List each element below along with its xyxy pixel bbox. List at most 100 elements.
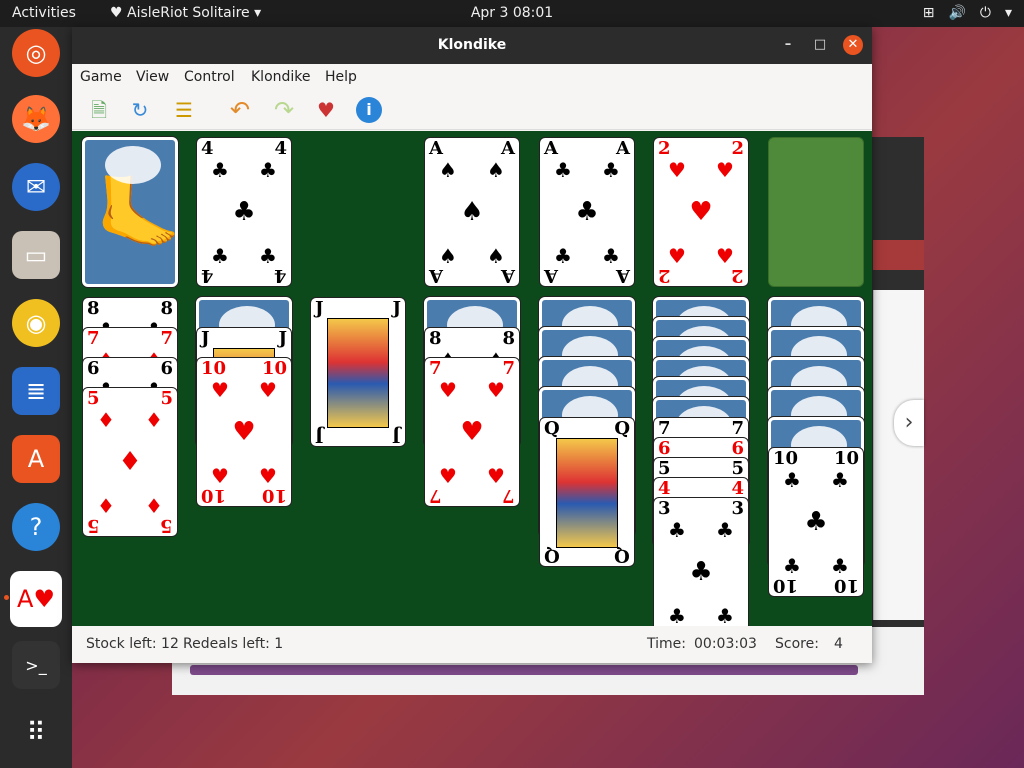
minimize-button[interactable]: – — [778, 35, 798, 55]
suit-pip: ♣ — [783, 554, 801, 578]
files-icon[interactable]: ▭ — [12, 231, 60, 279]
suit-pip: ♥ — [487, 378, 505, 402]
suit-pip: ♥ — [259, 378, 277, 402]
card-rank: 7 — [502, 358, 515, 379]
suit-pip: ♥ — [460, 417, 484, 447]
suit-pip: ♣ — [668, 518, 686, 542]
terminal-icon[interactable]: >_ — [12, 641, 60, 689]
card-rank: 10 — [833, 575, 859, 596]
undo-icon[interactable]: ↶ — [227, 97, 253, 123]
stock-pile[interactable]: 🦶 — [82, 137, 178, 287]
card-rank: 10 — [261, 358, 287, 379]
hint-icon[interactable]: ♥ — [313, 97, 339, 123]
suit-pip: ♣ — [259, 158, 277, 182]
suit-pip: ♣ — [232, 197, 256, 227]
card-rank: 7 — [429, 485, 442, 506]
card-rank: A — [501, 265, 515, 286]
card-rank: 5 — [658, 458, 671, 479]
chevron-down-icon: ▾ — [249, 5, 262, 21]
suit-pip: ♠ — [487, 158, 505, 182]
suit-pip: ♣ — [668, 604, 686, 626]
gnome-foot-icon: 🦶 — [95, 172, 178, 254]
foundation-2[interactable]: A A A A ♣ ♣ ♣ ♣ ♣ — [539, 137, 635, 287]
close-button[interactable]: ✕ — [843, 35, 863, 55]
maximize-button[interactable]: □ — [810, 35, 830, 55]
card-rank: 5 — [87, 388, 100, 409]
suit-pip: ♥ — [439, 378, 457, 402]
suit-pip: ♣ — [602, 158, 620, 182]
new-game-icon[interactable]: 🗎 — [86, 97, 112, 123]
help-icon[interactable]: ? — [12, 503, 60, 551]
card-rank: 5 — [160, 388, 173, 409]
chevron-right-icon[interactable]: › — [894, 400, 924, 446]
activities-button[interactable]: Activities — [12, 0, 76, 27]
card-rank: Q — [614, 418, 630, 439]
aisleriot-icon[interactable]: A♥ — [10, 571, 62, 627]
card-rank: 2 — [731, 138, 744, 159]
waste-pile[interactable]: 4 4 4 4 ♣ ♣ ♣ ♣ ♣ — [196, 137, 292, 287]
select-game-icon[interactable]: ☰ — [171, 97, 197, 123]
tableau-card[interactable]: 10 10 10 10 ♣ ♣ ♣ ♣ ♣ — [768, 447, 864, 597]
redeals-left: Redeals left: 1 — [183, 636, 284, 652]
tableau-card[interactable]: 5 5 5 5 ♦ ♦ ♦ ♦ ♦ — [82, 387, 178, 537]
suit-pip: ♣ — [602, 244, 620, 268]
title-bar[interactable]: Klondike – □ ✕ — [72, 27, 872, 64]
card-rank: J — [392, 298, 401, 319]
card-rank: 4 — [274, 265, 287, 286]
suit-pip: ♣ — [554, 158, 572, 182]
chevron-down-icon: ▾ — [1004, 5, 1012, 21]
menu-help[interactable]: Help — [325, 69, 357, 85]
menu-control[interactable]: Control — [184, 69, 235, 85]
heart-icon: ♥ — [110, 5, 128, 21]
info-icon[interactable]: i — [356, 97, 382, 123]
suit-pip: ♣ — [716, 604, 734, 626]
suit-pip: ♥ — [487, 464, 505, 488]
card-rank: J — [278, 328, 287, 349]
ubuntu-icon[interactable]: ◎ — [12, 29, 60, 77]
suit-pip: ♥ — [689, 197, 713, 227]
card-rank: Q — [614, 545, 630, 566]
solitaire-window: Klondike – □ ✕ Game View Control Klondik… — [72, 27, 872, 663]
card-rank: J — [392, 425, 401, 446]
foundation-3[interactable]: 2 2 2 2 ♥ ♥ ♥ ♥ ♥ — [653, 137, 749, 287]
stock-left: Stock left: 12 — [86, 636, 179, 652]
volume-icon: 🔊 — [948, 5, 966, 21]
suit-pip: ♣ — [211, 158, 229, 182]
suit-pip: ♠ — [439, 244, 457, 268]
menu-klondike[interactable]: Klondike — [251, 69, 311, 85]
card-rank: 8 — [429, 328, 442, 349]
menu-game[interactable]: Game — [80, 69, 122, 85]
tableau-card[interactable]: J J J J — [310, 297, 406, 447]
card-rank: 8 — [502, 328, 515, 349]
redo-icon[interactable]: ↷ — [271, 97, 297, 123]
thunderbird-icon[interactable]: ✉ — [12, 163, 60, 211]
rhythmbox-icon[interactable]: ◉ — [12, 299, 60, 347]
writer-icon[interactable]: ≣ — [12, 367, 60, 415]
card-rank: 7 — [502, 485, 515, 506]
menu-view[interactable]: View — [136, 69, 169, 85]
suit-pip: ♥ — [668, 244, 686, 268]
card-rank: A — [544, 265, 558, 286]
power-icon: ⏻ — [979, 5, 991, 21]
suit-pip: ♣ — [783, 468, 801, 492]
firefox-icon[interactable]: 🦊 — [12, 95, 60, 143]
system-tray[interactable]: ⊞ 🔊 ⏻ ▾ — [923, 0, 1012, 27]
tableau-card[interactable]: 10 10 10 10 ♥ ♥ ♥ ♥ ♥ — [196, 357, 292, 507]
card-rank: A — [429, 265, 443, 286]
tableau-card[interactable]: 7 7 7 7 ♥ ♥ ♥ ♥ ♥ — [424, 357, 520, 507]
suit-pip: ♦ — [145, 408, 163, 432]
restart-icon[interactable]: ↻ — [127, 97, 153, 123]
app-menu[interactable]: ♥ AisleRiot Solitaire ▾ — [110, 0, 261, 27]
card-rank: 3 — [658, 498, 671, 519]
suit-pip: ♣ — [716, 518, 734, 542]
card-rank: 6 — [160, 358, 173, 379]
tableau-card[interactable]: Q Q Q Q — [539, 417, 635, 567]
tableau-card[interactable]: 3333♣♣♣♣♣ — [653, 497, 749, 626]
card-rank: 5 — [731, 458, 744, 479]
software-icon[interactable]: A — [12, 435, 60, 483]
foundation-4-empty[interactable] — [768, 137, 864, 287]
app-grid-icon[interactable]: ⠿ — [12, 709, 60, 757]
foundation-1[interactable]: A A A A ♠ ♠ ♠ ♠ ♠ — [424, 137, 520, 287]
card-rank: 7 — [87, 328, 100, 349]
card-rank: 4 — [658, 478, 671, 499]
